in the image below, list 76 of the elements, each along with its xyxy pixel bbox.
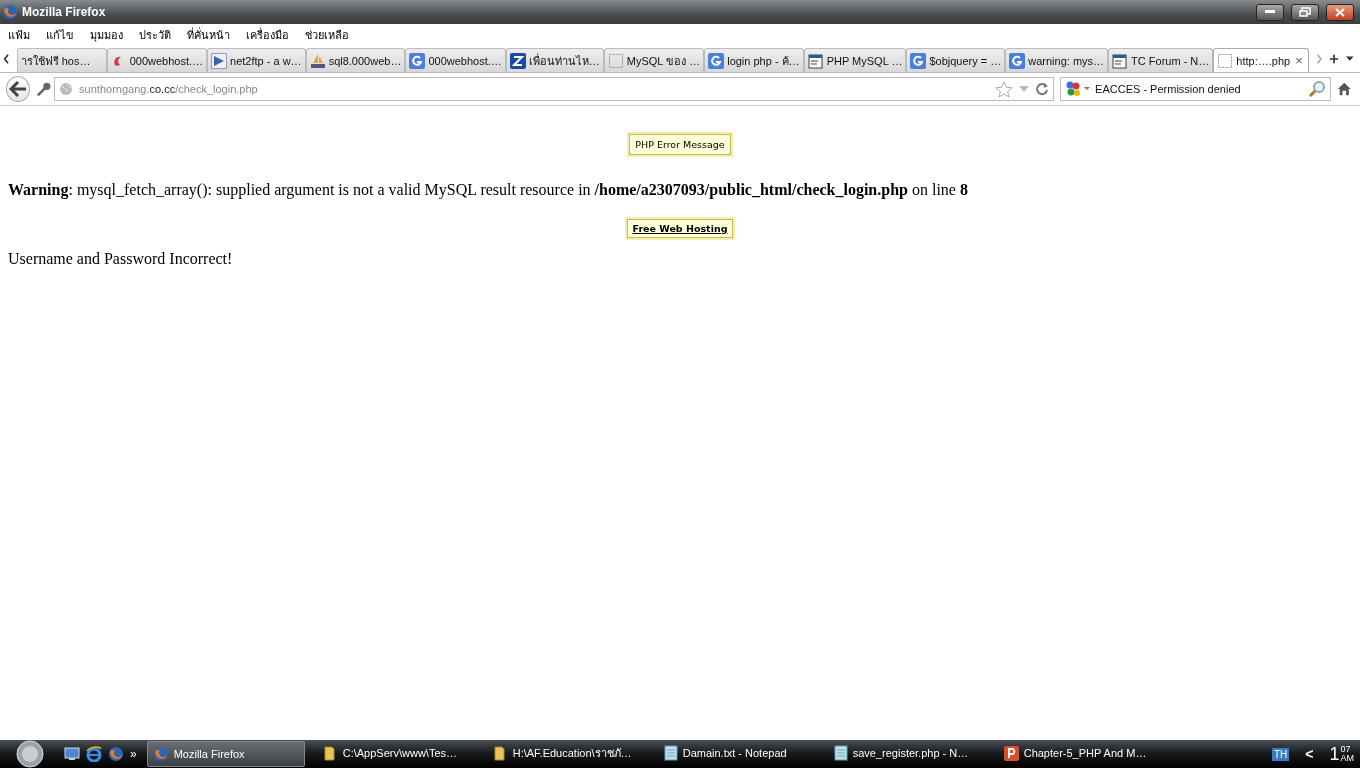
browser-tab[interactable]: TC Forum - N… (1108, 48, 1214, 72)
tray-toggle[interactable]: < (1295, 746, 1324, 762)
menu-item[interactable]: แฟ้ม (4, 25, 37, 44)
blank-page-icon (1217, 52, 1234, 69)
browser-tab[interactable]: sql8.000web… (305, 48, 406, 72)
sail-icon (309, 52, 326, 69)
back-button[interactable] (6, 76, 30, 102)
g-icon (409, 52, 426, 69)
search-text: EACCES - Permission denied (1095, 83, 1241, 95)
firefox-icon (2, 4, 18, 20)
search-icon[interactable] (1308, 80, 1327, 98)
browser-tab[interactable]: net2ftp - a w… (207, 48, 306, 72)
document-icon (807, 52, 824, 69)
browser-tab[interactable]: เพื่อนท่านไห… (505, 48, 604, 72)
minimize-button[interactable] (1256, 3, 1284, 21)
hosting-link[interactable]: Free Web Hosting (626, 219, 734, 238)
notepad-icon (833, 745, 848, 761)
restore-icon (1299, 7, 1311, 17)
notepad-icon (663, 745, 678, 761)
reload-icon[interactable] (1035, 82, 1050, 96)
firefox-icon[interactable] (108, 746, 124, 762)
browser-tab[interactable]: ารใช้ฟรี hos… (16, 48, 107, 72)
taskbar-button[interactable]: C:\AppServ\www\Tes… (318, 741, 475, 765)
menu-item[interactable]: มุมมอง (86, 25, 130, 44)
google-icon[interactable] (1065, 81, 1092, 97)
home-icon[interactable] (1337, 81, 1352, 97)
menu-item[interactable]: แก้ไข (42, 25, 81, 44)
dropdown-icon[interactable] (1346, 55, 1354, 62)
search-field[interactable]: EACCES - Permission denied (1060, 77, 1332, 101)
document-icon (1112, 52, 1129, 69)
taskbar-button[interactable]: Damain.txt - Notepad (658, 741, 815, 765)
arrow-icon (211, 52, 228, 69)
error-message: Username and Password Incorrect! (8, 250, 234, 268)
blank-page-icon (607, 52, 624, 69)
folder-icon (323, 745, 338, 761)
close-tab-button[interactable]: × (1293, 53, 1305, 68)
language-indicator[interactable]: TH (1271, 747, 1290, 761)
more-button[interactable]: » (130, 747, 137, 761)
window-title: Mozilla Firefox (22, 5, 106, 19)
address-bar[interactable]: sunthorngang.co.cc/check_login.php (54, 77, 1055, 101)
browser-tab[interactable]: 000webhost.… (405, 48, 506, 72)
taskbar-button[interactable]: save_register.php - N… (828, 741, 985, 765)
globe-icon (59, 82, 74, 96)
close-button[interactable] (1326, 3, 1354, 21)
taskbar-button[interactable]: Chapter-5_PHP And M… (998, 741, 1155, 765)
warning-message: Warning: mysql_fetch_array(): supplied argument is not a valid MySQL result resource in /home/a2307093/public_html/check_login.php on line 8 (8, 181, 969, 199)
taskbar-button[interactable]: H:\AF.Education\ราชภั… (488, 741, 645, 765)
star-icon[interactable] (995, 80, 1014, 98)
g-icon (910, 52, 927, 69)
desktop-icon[interactable] (64, 747, 80, 761)
firefox-icon (152, 746, 169, 762)
z-icon (509, 52, 526, 69)
browser-tab[interactable]: http:….php × (1213, 48, 1309, 72)
menu-item[interactable]: ช่วยเหลือ (301, 25, 356, 44)
browser-tab[interactable]: 000webhost.… (106, 48, 208, 72)
folder-icon (493, 745, 508, 761)
key-icon (35, 80, 53, 98)
g-icon (1009, 52, 1026, 69)
scroll-left-icon[interactable] (3, 52, 10, 65)
restore-button[interactable] (1291, 3, 1319, 21)
g-icon (708, 52, 725, 69)
browser-tab[interactable]: login php - ค้… (704, 48, 804, 72)
menu-item[interactable]: ประวัติ (135, 25, 178, 44)
browser-tab[interactable]: warning: mys… (1005, 48, 1109, 72)
presentation-icon (1003, 745, 1019, 761)
error-label: PHP Error Message (629, 134, 731, 155)
minimize-icon (1265, 10, 1275, 14)
menu-item[interactable]: ที่คั่นหน้า (183, 25, 237, 44)
menu-item[interactable]: เครื่องมือ (242, 25, 296, 44)
new-tab-icon[interactable] (1329, 52, 1340, 65)
browser-tab[interactable]: MySQL ของ … (603, 48, 705, 72)
browser-tab[interactable]: $objquery = … (906, 48, 1006, 72)
close-icon (1335, 7, 1345, 17)
taskbar-button[interactable]: Mozilla Firefox (146, 741, 305, 767)
browser-tab[interactable]: PHP MySQL … (803, 48, 907, 72)
url-text: sunthorngang.co.cc/check_login.php (79, 83, 258, 95)
